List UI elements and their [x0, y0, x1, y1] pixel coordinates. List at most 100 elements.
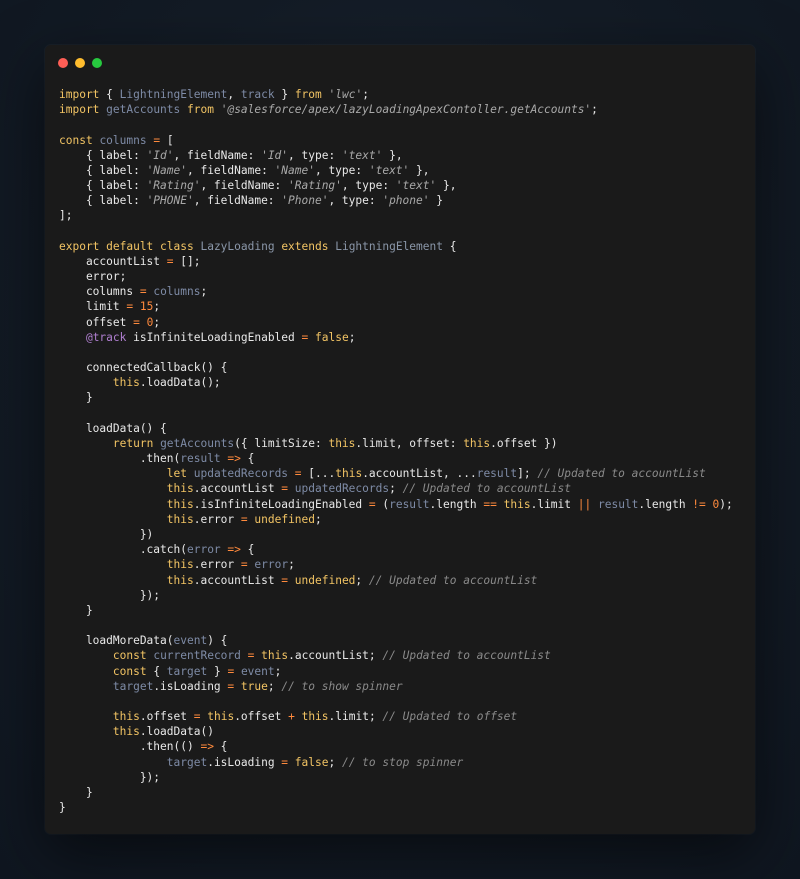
code-token: 'text' — [395, 179, 437, 193]
code-token: this — [503, 497, 531, 511]
code-token: } — [429, 194, 443, 208]
code-token: }); — [59, 770, 161, 784]
code-token: error — [254, 558, 289, 572]
code-token: .error — [193, 512, 241, 526]
code-token: result — [389, 497, 430, 511]
code-token: => — [227, 543, 241, 557]
code-line: }) — [59, 527, 749, 542]
code-token: , type: — [288, 148, 342, 162]
code-token: .accountList — [193, 482, 282, 496]
code-line: } — [59, 603, 749, 618]
code-token: } — [207, 664, 228, 678]
code-token: , fieldName: — [186, 163, 275, 177]
code-token: this — [112, 376, 140, 390]
code-line: }); — [59, 770, 749, 785]
code-token: this — [463, 436, 491, 450]
code-token: this — [112, 710, 140, 724]
code-line: limit = 15; — [59, 299, 749, 314]
code-token: event — [173, 634, 208, 648]
code-token: ; — [153, 315, 161, 329]
code-line: this.isInfiniteLoadingEnabled = (result.… — [59, 497, 749, 512]
code-token: ({ limitSize: — [234, 436, 329, 450]
code-token: this — [207, 710, 235, 724]
minimize-dot-icon[interactable] — [75, 58, 85, 68]
code-line: const { target } = event; — [59, 664, 749, 679]
code-token: '@salesforce/apex/lazyLoadingApexContoll… — [220, 103, 592, 117]
code-token: this — [166, 497, 194, 511]
code-token: ) { — [207, 634, 228, 648]
code-token: = — [240, 558, 248, 572]
code-token: this — [166, 573, 194, 587]
code-token: // Updated to accountList — [382, 649, 551, 663]
code-token: + — [288, 710, 295, 724]
code-token: target — [166, 755, 208, 769]
code-token: loadData() { — [59, 421, 167, 435]
code-token: .isLoading — [153, 679, 228, 693]
code-token: ; — [389, 482, 403, 496]
code-token: LightningElement — [335, 239, 443, 253]
code-line: } — [59, 800, 749, 815]
code-token: 'text' — [368, 163, 410, 177]
code-token: return — [112, 436, 154, 450]
code-token: limit — [59, 300, 127, 314]
code-line: this.offset = this.offset + this.limit; … — [59, 709, 749, 724]
code-token: extends — [281, 239, 329, 253]
code-token: result — [597, 497, 639, 511]
code-token: result — [476, 467, 518, 481]
code-token: 'Id' — [146, 148, 174, 162]
code-line: this.accountList = undefined; // Updated… — [59, 573, 749, 588]
code-line: columns = columns; — [59, 284, 749, 299]
code-token: ; — [315, 512, 322, 526]
code-token: == — [483, 497, 497, 511]
code-token: ]; — [59, 209, 73, 223]
code-token: 'Name' — [146, 163, 187, 177]
code-token: 'Rating' — [146, 179, 201, 193]
code-token: ; — [267, 679, 282, 693]
code-line: }); — [59, 588, 749, 603]
code-token: // Updated to offset — [382, 710, 518, 724]
code-token: // to stop spinner — [341, 755, 464, 769]
code-line: ]; — [59, 208, 749, 223]
code-line: connectedCallback() { — [59, 360, 749, 375]
code-token: currentRecord — [153, 649, 241, 663]
code-token: event — [240, 664, 275, 678]
code-token: => — [227, 452, 241, 466]
code-token: ; — [348, 330, 356, 344]
code-token: // to show spinner — [281, 679, 403, 693]
code-token: this — [335, 467, 363, 481]
code-line: @track isInfiniteLoadingEnabled = false; — [59, 330, 749, 345]
code-token: } — [59, 785, 93, 799]
code-token: }, — [409, 163, 430, 177]
code-line: target.isLoading = true; // to show spin… — [59, 679, 749, 694]
code-token: { label: — [59, 148, 147, 162]
code-token: // Updated to accountList — [402, 482, 571, 496]
code-token: error — [186, 543, 221, 557]
close-dot-icon[interactable] — [58, 58, 68, 68]
code-line: { label: 'Rating', fieldName: 'Rating', … — [59, 178, 749, 193]
code-token: { label: — [59, 194, 147, 208]
code-token: 'Phone' — [281, 194, 329, 208]
maximize-dot-icon[interactable] — [92, 58, 102, 68]
code-token: ; — [200, 285, 208, 299]
code-token: .loadData() — [139, 725, 214, 739]
